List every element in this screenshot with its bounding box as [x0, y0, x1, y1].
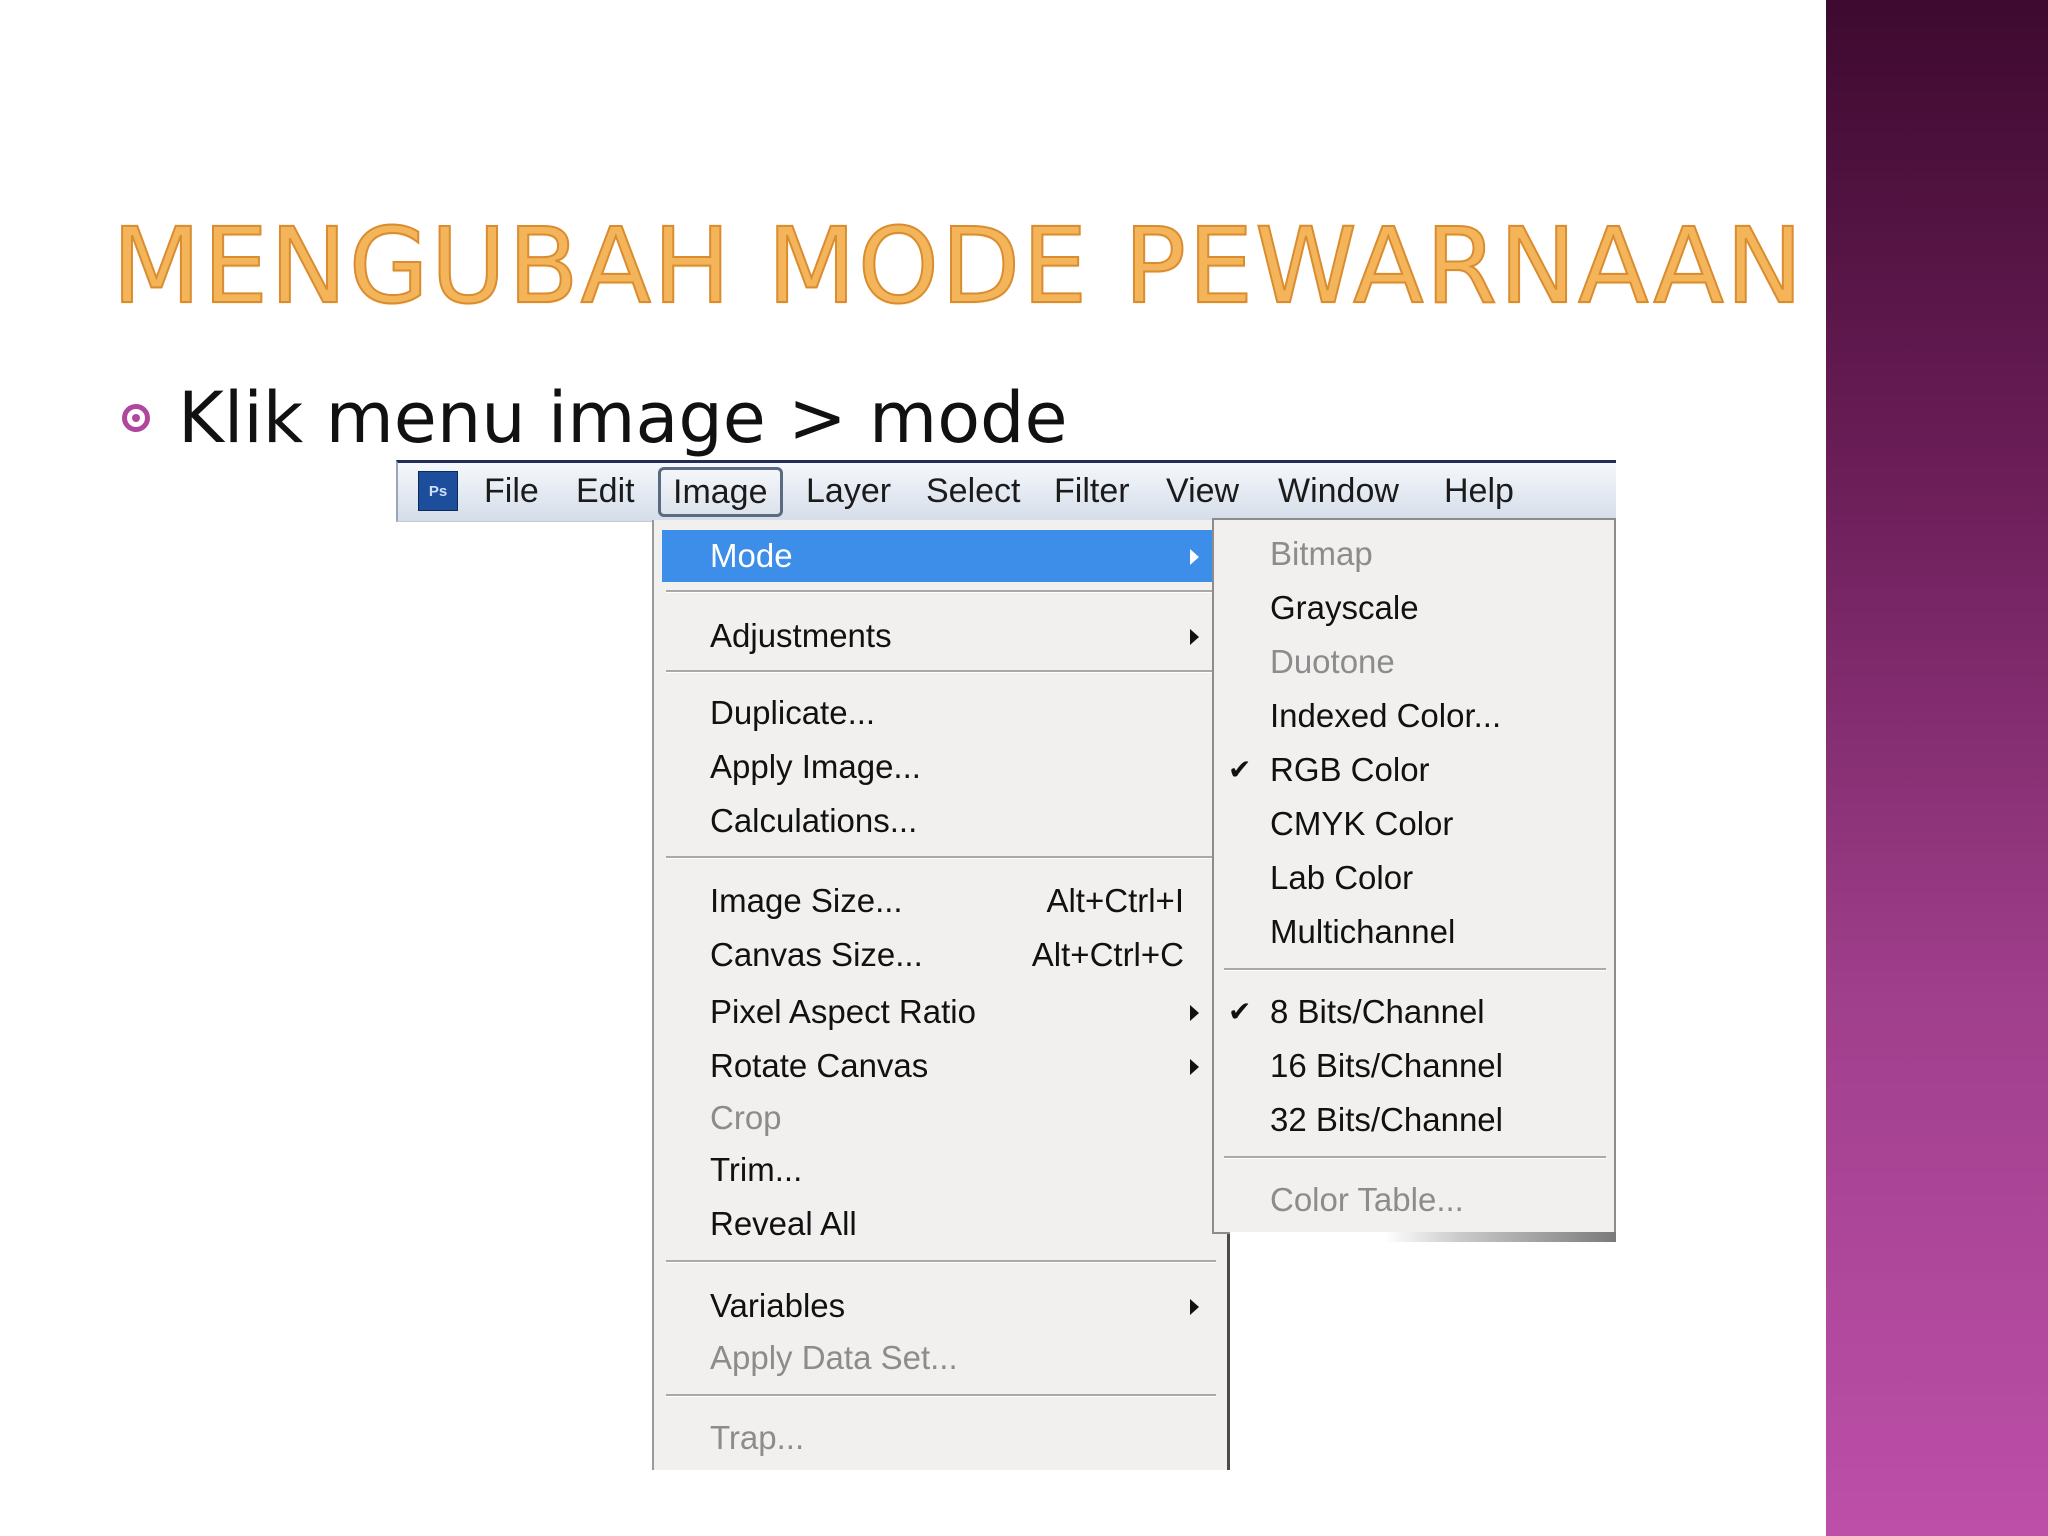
menu-separator: [666, 670, 1216, 673]
menu-separator: [666, 1394, 1216, 1397]
menu-item-label: CMYK Color: [1270, 805, 1454, 842]
menu-layer[interactable]: Layer: [806, 465, 891, 517]
image-dropdown-menu: Mode Adjustments Duplicate... Apply Imag…: [652, 520, 1230, 1470]
menu-item-label: Variables: [710, 1287, 846, 1324]
menu-item-crop: Crop: [654, 1092, 1214, 1144]
mode-item-bitmap: Bitmap: [1214, 528, 1614, 580]
menu-item-duplicate[interactable]: Duplicate...: [654, 687, 1214, 739]
menu-item-label: Canvas Size...: [710, 936, 923, 973]
background-window-edge: [1230, 1232, 1616, 1242]
menu-item-label: Grayscale: [1270, 589, 1419, 626]
menu-filter[interactable]: Filter: [1054, 465, 1130, 517]
menu-view[interactable]: View: [1166, 465, 1239, 517]
menu-item-label: Lab Color: [1270, 859, 1414, 896]
mode-item-multichannel[interactable]: Multichannel: [1214, 906, 1614, 958]
menu-item-label: Trap...: [710, 1419, 805, 1456]
menu-item-label: Bitmap: [1270, 535, 1373, 572]
menu-item-reveal-all[interactable]: Reveal All: [654, 1198, 1214, 1250]
menu-window[interactable]: Window: [1278, 465, 1399, 517]
check-mark-icon: ✔: [1228, 754, 1252, 785]
mode-item-lab-color[interactable]: Lab Color: [1214, 852, 1614, 904]
menu-item-shortcut: Alt+Ctrl+I: [1046, 882, 1184, 919]
submenu-arrow-icon: [1190, 629, 1199, 645]
mode-item-rgb-color[interactable]: ✔ RGB Color: [1214, 744, 1614, 796]
check-mark-icon: ✔: [1228, 996, 1252, 1027]
mode-item-8-bits[interactable]: ✔ 8 Bits/Channel: [1214, 986, 1614, 1038]
bullet-circle-icon: [122, 404, 150, 432]
slide-title: MENGUBAH MODE PEWARNAAN: [111, 204, 1805, 328]
menu-item-pixel-aspect-ratio[interactable]: Pixel Aspect Ratio: [654, 986, 1214, 1038]
menu-item-label: RGB Color: [1270, 751, 1430, 788]
photoshop-menubar: Ps File Edit Image Layer Select Filter V…: [396, 460, 1616, 522]
menu-separator: [1224, 1156, 1606, 1159]
submenu-arrow-icon: [1190, 1005, 1199, 1021]
menu-item-label: 16 Bits/Channel: [1270, 1047, 1503, 1084]
menu-item-label: Mode: [710, 537, 793, 574]
menu-item-label: Duplicate...: [710, 694, 876, 731]
menu-help[interactable]: Help: [1444, 465, 1514, 517]
menu-item-shortcut: Alt+Ctrl+C: [1031, 936, 1184, 973]
menu-edit[interactable]: Edit: [576, 465, 635, 517]
bullet-row: Klik menu image > mode: [122, 368, 1068, 468]
menu-item-calculations[interactable]: Calculations...: [654, 795, 1214, 847]
menu-item-rotate-canvas[interactable]: Rotate Canvas: [654, 1040, 1214, 1092]
menu-item-label: 32 Bits/Channel: [1270, 1101, 1503, 1138]
photoshop-logo-icon[interactable]: Ps: [418, 471, 458, 511]
menu-item-trim[interactable]: Trim...: [654, 1144, 1214, 1196]
menu-separator: [666, 856, 1216, 859]
menu-item-variables[interactable]: Variables: [654, 1280, 1214, 1332]
menu-item-label: Color Table...: [1270, 1181, 1464, 1218]
menu-item-label: Indexed Color...: [1270, 697, 1502, 734]
menu-item-label: Duotone: [1270, 643, 1395, 680]
menu-select[interactable]: Select: [926, 465, 1021, 517]
mode-item-color-table: Color Table...: [1214, 1174, 1614, 1226]
mode-submenu: Bitmap Grayscale Duotone Indexed Color..…: [1212, 518, 1616, 1234]
submenu-arrow-icon: [1190, 1299, 1199, 1315]
menu-item-label: Adjustments: [710, 617, 892, 654]
menu-item-apply-image[interactable]: Apply Image...: [654, 741, 1214, 793]
menu-item-label: Multichannel: [1270, 913, 1456, 950]
menu-item-adjustments[interactable]: Adjustments: [654, 610, 1214, 662]
menu-item-label: Calculations...: [710, 802, 918, 839]
mode-item-duotone: Duotone: [1214, 636, 1614, 688]
menu-item-label: 8 Bits/Channel: [1270, 993, 1485, 1030]
submenu-arrow-icon: [1190, 549, 1199, 565]
menu-item-label: Apply Image...: [710, 748, 921, 785]
decorative-side-bar: [1826, 0, 2048, 1536]
mode-item-grayscale[interactable]: Grayscale: [1214, 582, 1614, 634]
menu-item-label: Apply Data Set...: [710, 1339, 958, 1376]
menu-item-label: Pixel Aspect Ratio: [710, 993, 976, 1030]
menu-separator: [666, 1260, 1216, 1263]
mode-item-32-bits[interactable]: 32 Bits/Channel: [1214, 1094, 1614, 1146]
menu-separator: [666, 590, 1216, 593]
menu-item-mode[interactable]: Mode: [662, 530, 1214, 582]
submenu-arrow-icon: [1190, 1059, 1199, 1075]
menu-item-label: Rotate Canvas: [710, 1047, 929, 1084]
menu-image[interactable]: Image: [658, 467, 783, 517]
mode-item-16-bits[interactable]: 16 Bits/Channel: [1214, 1040, 1614, 1092]
menu-item-apply-data-set: Apply Data Set...: [654, 1332, 1214, 1384]
menu-item-label: Reveal All: [710, 1205, 857, 1242]
menu-file[interactable]: File: [484, 465, 539, 517]
mode-item-cmyk-color[interactable]: CMYK Color: [1214, 798, 1614, 850]
menu-item-label: Crop: [710, 1099, 782, 1136]
bullet-text: Klik menu image > mode: [178, 377, 1068, 459]
menu-item-canvas-size[interactable]: Canvas Size... Alt+Ctrl+C: [654, 929, 1214, 981]
menu-item-label: Trim...: [710, 1151, 803, 1188]
menu-item-label: Image Size...: [710, 882, 903, 919]
menu-separator: [1224, 968, 1606, 971]
mode-item-indexed-color[interactable]: Indexed Color...: [1214, 690, 1614, 742]
menu-item-trap: Trap...: [654, 1412, 1214, 1464]
menu-item-image-size[interactable]: Image Size... Alt+Ctrl+I: [654, 875, 1214, 927]
